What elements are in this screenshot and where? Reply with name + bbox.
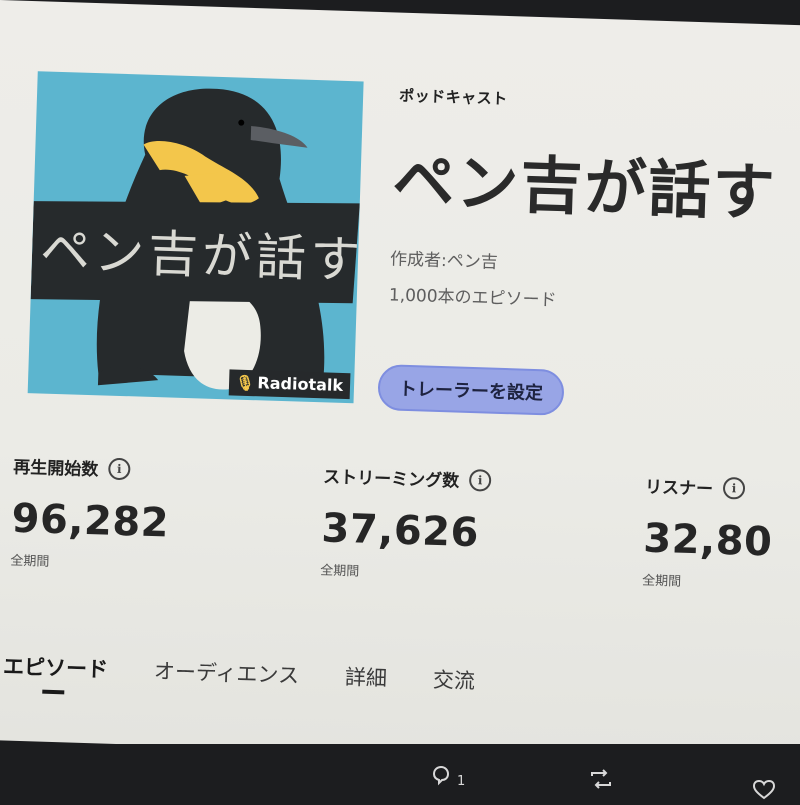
content-type-label: ポッドキャスト bbox=[398, 86, 508, 108]
tab-episodes[interactable]: エピソード bbox=[2, 650, 109, 695]
stat-label: リスナー bbox=[644, 477, 714, 500]
set-trailer-button[interactable]: トレーラーを設定 bbox=[377, 364, 565, 416]
stat-value: 96,282 bbox=[10, 495, 170, 547]
tab-label: オーディエンス bbox=[153, 659, 300, 688]
info-icon[interactable]: i bbox=[722, 476, 746, 500]
stat-plays: 再生開始数 i 96,282 全期間 bbox=[10, 453, 171, 574]
tab-label: エピソード bbox=[2, 654, 109, 682]
stat-period: 全期間 bbox=[10, 553, 50, 570]
social-action-bar bbox=[0, 744, 800, 800]
artwork-handwritten-title: ペン吉が話す bbox=[39, 221, 363, 289]
penguin-illustration: ペン吉が話す bbox=[30, 88, 364, 390]
radiotalk-badge: 🎙 Radiotalk bbox=[229, 369, 351, 400]
screen: ペン吉が話す 🎙 Radiotalk ポッドキャスト ペン吉が話す 作成者:ペン… bbox=[0, 0, 800, 767]
author-line: 作成者:ペン吉 bbox=[389, 249, 499, 273]
reply-icon[interactable] bbox=[430, 764, 452, 791]
podcast-title: ペン吉が話す bbox=[391, 144, 778, 230]
reply-count: 1 bbox=[457, 774, 466, 789]
active-tab-indicator bbox=[42, 689, 65, 695]
retweet-icon[interactable] bbox=[588, 768, 614, 795]
stat-value: 37,626 bbox=[320, 505, 480, 557]
badge-label: Radiotalk bbox=[257, 373, 344, 395]
tab-label: 詳細 bbox=[344, 665, 388, 691]
podcast-artwork[interactable]: ペン吉が話す 🎙 Radiotalk bbox=[27, 71, 364, 404]
tab-label: 交流 bbox=[432, 667, 476, 694]
stat-label: ストリーミング数 bbox=[322, 467, 460, 492]
tab-interaction[interactable]: 交流 bbox=[433, 664, 476, 695]
episode-count: 1,000本のエピソード bbox=[388, 285, 557, 311]
info-icon[interactable]: i bbox=[468, 468, 492, 492]
stat-value: 32,80 bbox=[642, 515, 774, 566]
stat-label: 再生開始数 bbox=[13, 457, 99, 481]
stat-period: 全期間 bbox=[641, 573, 682, 590]
stat-streams: ストリーミング数 i 37,626 全期間 bbox=[320, 462, 492, 583]
stat-listeners: リスナー i 32,80 全期間 bbox=[642, 473, 775, 593]
microphone-icon: 🎙 bbox=[235, 373, 255, 392]
stat-period: 全期間 bbox=[319, 563, 360, 580]
info-icon[interactable]: i bbox=[108, 457, 131, 480]
tab-audience[interactable]: オーディエンス bbox=[154, 655, 300, 690]
tab-bar: エピソード オーディエンス 詳細 交流 bbox=[3, 650, 522, 696]
tab-details[interactable]: 詳細 bbox=[345, 661, 388, 692]
like-icon[interactable] bbox=[752, 779, 776, 805]
